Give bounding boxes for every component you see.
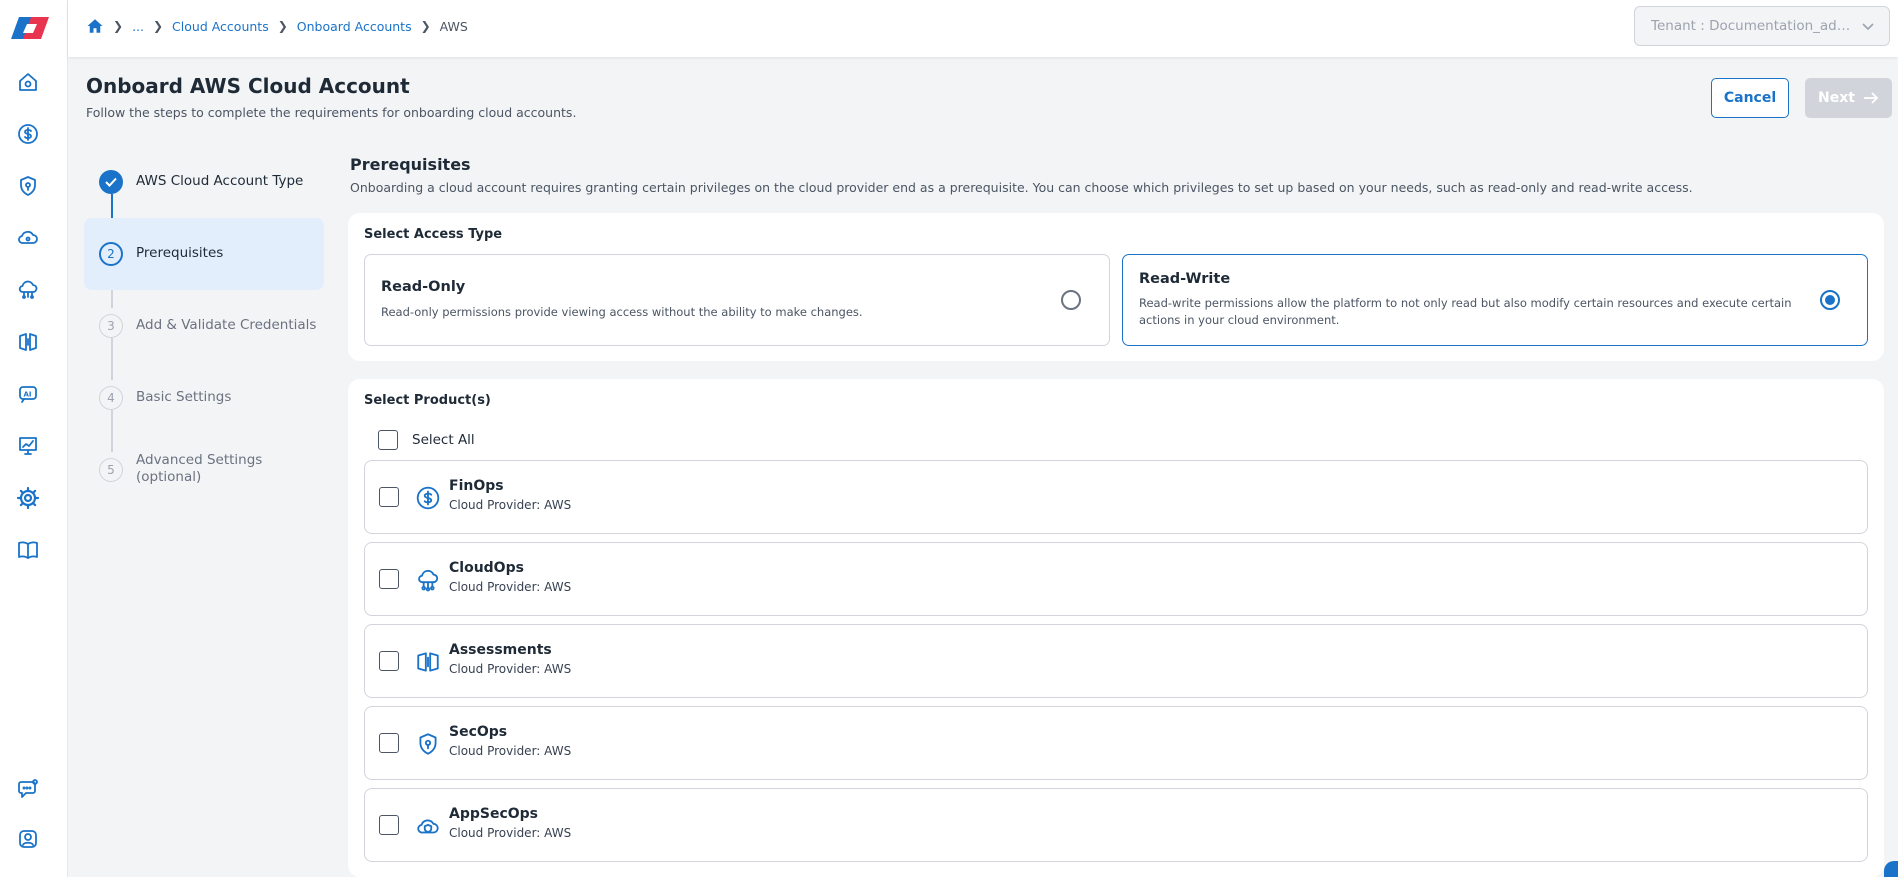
product-assessments[interactable]: Assessments Cloud Provider: AWS — [364, 624, 1868, 698]
left-nav-rail: AI — [0, 0, 68, 877]
chevron-right-icon: ❯ — [277, 19, 288, 33]
product-provider: Cloud Provider: AWS — [449, 744, 572, 758]
step-advanced-settings[interactable]: 5 Advanced Settings (optional) — [84, 434, 324, 506]
next-button[interactable]: Next — [1805, 78, 1892, 118]
product-secops[interactable]: SecOps Cloud Provider: AWS — [364, 706, 1868, 780]
step-number: 4 — [99, 386, 123, 410]
page-subtitle: Follow the steps to complete the require… — [86, 105, 577, 120]
step-aws-account-type[interactable]: AWS Cloud Account Type — [84, 146, 324, 218]
product-checkbox[interactable] — [379, 733, 399, 753]
step-label: Basic Settings — [136, 389, 232, 405]
settings-gear-icon[interactable] — [14, 484, 42, 512]
breadcrumb-onboard-accounts[interactable]: Onboard Accounts — [297, 19, 412, 34]
read-write-radio[interactable] — [1820, 290, 1840, 310]
step-label: Advanced Settings (optional) — [136, 452, 263, 485]
product-provider: Cloud Provider: AWS — [449, 662, 572, 676]
chevron-right-icon: ❯ — [113, 19, 124, 33]
step-number: 3 — [99, 314, 123, 338]
products-card: Select Product(s) Select All FinOps Clou… — [348, 379, 1884, 877]
tenant-selector[interactable]: Tenant : Documentation_admi... — [1634, 6, 1890, 46]
chevron-down-icon — [1862, 23, 1874, 31]
product-provider: Cloud Provider: AWS — [449, 498, 572, 512]
chevron-right-icon: ❯ — [152, 19, 164, 33]
ai-nav-icon[interactable]: AI — [14, 380, 42, 408]
prerequisites-title: Prerequisites — [350, 155, 471, 174]
secops-nav-icon[interactable] — [14, 172, 42, 200]
product-name: Assessments — [449, 642, 552, 658]
breadcrumb-current: AWS — [439, 18, 468, 34]
home-icon[interactable] — [86, 17, 104, 35]
products-label: Select Product(s) — [364, 393, 491, 408]
tenant-label: Tenant : Documentation_admi... — [1651, 18, 1861, 34]
step-number: 2 — [99, 242, 123, 266]
chevron-right-icon: ❯ — [420, 19, 431, 33]
dollar-circle-icon — [415, 485, 441, 511]
cloud-network-icon — [415, 567, 441, 593]
step-label: AWS Cloud Account Type — [136, 173, 304, 189]
home-nav-icon[interactable] — [14, 68, 42, 96]
product-checkbox[interactable] — [379, 569, 399, 589]
step-add-validate-credentials[interactable]: 3 Add & Validate Credentials — [84, 290, 324, 362]
breadcrumb-ellipsis[interactable]: ... — [132, 19, 144, 34]
step-basic-settings[interactable]: 4 Basic Settings — [84, 362, 324, 434]
check-icon — [99, 170, 123, 194]
option-description: Read-only permissions provide viewing ac… — [381, 305, 863, 319]
product-cloudops[interactable]: CloudOps Cloud Provider: AWS — [364, 542, 1868, 616]
product-name: SecOps — [449, 724, 508, 740]
read-write-option[interactable]: Read-Write Read-write permissions allow … — [1122, 254, 1868, 346]
product-appsecops[interactable]: AppSecOps Cloud Provider: AWS — [364, 788, 1868, 862]
step-label: Add & Validate Credentials — [136, 317, 317, 333]
docs-book-icon[interactable] — [14, 536, 42, 564]
cloud-nav-icon[interactable] — [14, 224, 42, 252]
read-only-radio[interactable] — [1061, 290, 1081, 310]
shield-icon — [415, 731, 441, 757]
product-name: CloudOps — [449, 560, 524, 576]
product-provider: Cloud Provider: AWS — [449, 580, 572, 594]
access-type-label: Select Access Type — [364, 227, 503, 242]
product-checkbox[interactable] — [379, 815, 399, 835]
breadcrumb-cloud-accounts[interactable]: Cloud Accounts — [172, 19, 269, 34]
product-name: FinOps — [449, 478, 504, 494]
product-name: AppSecOps — [449, 806, 539, 822]
access-type-card: Select Access Type Read-Only Read-only p… — [348, 213, 1884, 361]
product-checkbox[interactable] — [379, 487, 399, 507]
assessment-book-icon — [415, 649, 441, 675]
assessments-nav-icon[interactable] — [14, 328, 42, 356]
select-all-label: Select All — [412, 432, 475, 448]
product-finops[interactable]: FinOps Cloud Provider: AWS — [364, 460, 1868, 534]
step-prerequisites[interactable]: 2 Prerequisites — [84, 218, 324, 290]
chat-support-icon[interactable] — [14, 775, 42, 803]
step-number: 5 — [99, 458, 123, 482]
option-description: Read-write permissions allow the platfor… — [1139, 296, 1792, 327]
cloudops-nav-icon[interactable] — [14, 276, 42, 304]
product-checkbox[interactable] — [379, 651, 399, 671]
next-button-label: Next — [1818, 90, 1855, 106]
reports-nav-icon[interactable] — [14, 432, 42, 460]
product-provider: Cloud Provider: AWS — [449, 826, 572, 840]
prerequisites-description: Onboarding a cloud account requires gran… — [350, 180, 1693, 195]
select-all-checkbox[interactable] — [378, 430, 398, 450]
svg-text:AI: AI — [24, 391, 32, 399]
top-bar: ❯ ... ❯ Cloud Accounts ❯ Onboard Account… — [68, 0, 1898, 57]
finops-nav-icon[interactable] — [14, 120, 42, 148]
cloud-shield-icon — [415, 813, 441, 839]
cancel-button[interactable]: Cancel — [1711, 78, 1789, 118]
option-title: Read-Only — [381, 279, 466, 295]
help-widget[interactable] — [1884, 861, 1898, 877]
app-logo[interactable] — [9, 15, 51, 41]
read-only-option[interactable]: Read-Only Read-only permissions provide … — [364, 254, 1110, 346]
page-title: Onboard AWS Cloud Account — [86, 74, 410, 98]
user-profile-icon[interactable] — [14, 825, 42, 853]
option-title: Read-Write — [1139, 271, 1231, 287]
step-label: Prerequisites — [136, 245, 224, 261]
breadcrumb: ❯ ... ❯ Cloud Accounts ❯ Onboard Account… — [86, 17, 468, 35]
arrow-right-icon — [1863, 92, 1879, 104]
